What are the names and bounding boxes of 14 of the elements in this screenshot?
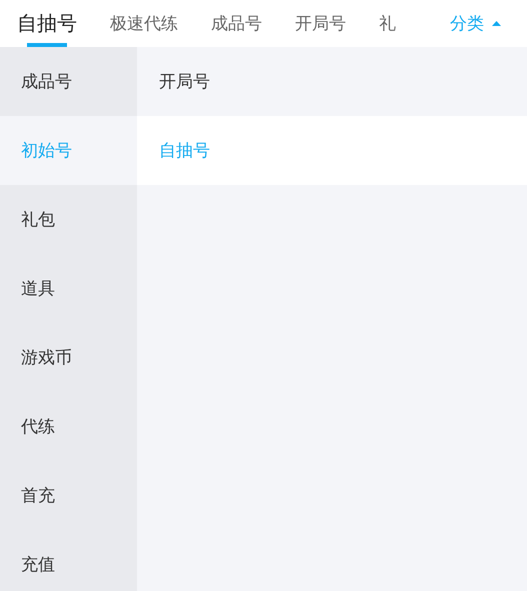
sidebar-item[interactable]: 首充: [0, 461, 137, 530]
category-tab[interactable]: 开局号: [295, 0, 346, 47]
category-tab[interactable]: 极速代练: [110, 0, 178, 47]
sidebar-item[interactable]: 游戏币: [0, 323, 137, 392]
sidebar-item[interactable]: 礼包: [0, 185, 137, 254]
category-tab[interactable]: 自抽号: [17, 0, 77, 47]
category-tab[interactable]: 礼: [379, 0, 396, 47]
sidebar-item[interactable]: 成品号: [0, 47, 137, 116]
category-tab[interactable]: 成品号: [211, 0, 262, 47]
subcategory-item[interactable]: 开局号: [137, 47, 527, 116]
caret-icon: [492, 21, 501, 26]
sidebar-item[interactable]: 代练: [0, 392, 137, 461]
sidebar-item[interactable]: 道具: [0, 254, 137, 323]
sidebar-item[interactable]: 充值: [0, 530, 137, 591]
